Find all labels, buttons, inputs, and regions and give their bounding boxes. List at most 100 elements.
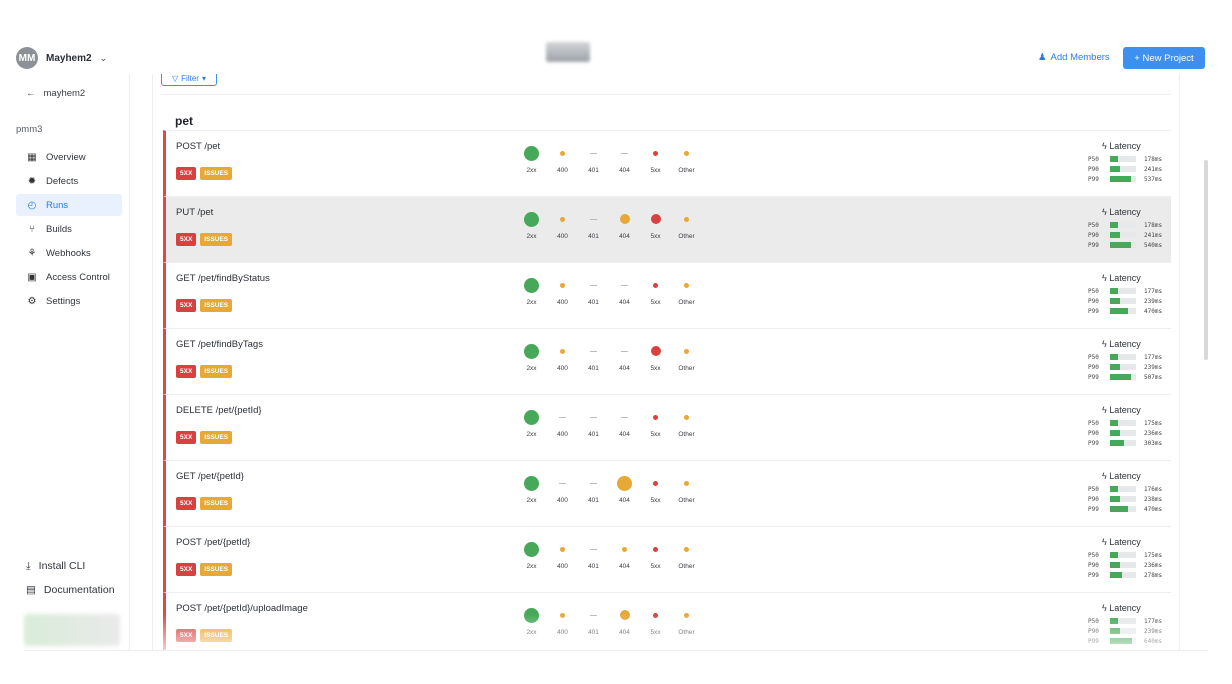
tag-list: 5XX ISSUES	[176, 365, 233, 378]
tag-5xx: 5XX	[176, 233, 197, 246]
status-code-cell: 404	[609, 605, 640, 636]
empty-dash	[621, 350, 628, 352]
endpoint-row[interactable]: PUT /pet 5XX ISSUES 2xx 400 401 404 5xx Other ϟ L…	[163, 196, 1171, 262]
app-frame: MM Mayhem2 ⌄ ♟ Add Members + New Project…	[0, 0, 1232, 684]
sidebar-item-settings[interactable]: ⚙ Settings	[16, 290, 122, 312]
latency-bar	[1110, 638, 1136, 644]
status-code-label: 401	[588, 431, 599, 438]
status-dot	[684, 216, 689, 222]
latency-bar	[1110, 232, 1136, 238]
back-link[interactable]: ← mayhem2	[26, 88, 85, 99]
sidebar-item-builds[interactable]: ⑂ Builds	[16, 218, 122, 240]
latency-key: P90	[1088, 297, 1099, 305]
status-dot	[622, 546, 627, 552]
filter-button[interactable]: ▽ Filter ▾	[161, 74, 217, 86]
status-code-label: 401	[588, 233, 599, 240]
latency-bar	[1110, 374, 1136, 380]
endpoint-row[interactable]: GET /pet/findByTags 5XX ISSUES 2xx 400 401 404…	[163, 328, 1171, 394]
latency-value: 540ms	[1144, 241, 1163, 249]
tag-5xx: 5XX	[176, 431, 197, 444]
latency-panel: ϟ Latency P50 177ms P90 239ms P99 507ms	[1088, 339, 1168, 382]
status-dot	[524, 475, 539, 491]
back-label: mayhem2	[43, 88, 86, 99]
status-code-label: 401	[588, 497, 599, 504]
latency-row: P50 175ms	[1088, 418, 1168, 428]
latency-bar	[1110, 364, 1136, 370]
latency-bar	[1110, 430, 1136, 436]
endpoint-path: GET /pet/findByStatus	[176, 273, 270, 284]
latency-label: Latency	[1109, 339, 1141, 349]
tag-list: 5XX ISSUES	[176, 629, 233, 642]
sidebar-item-defects[interactable]: ✹ Defects	[16, 170, 122, 192]
sidebar-item-overview[interactable]: ▦ Overview	[16, 146, 122, 168]
status-dot	[524, 541, 539, 557]
latency-label: Latency	[1109, 405, 1141, 415]
endpoint-row[interactable]: POST /pet/{petId} 5XX ISSUES 2xx 400 401 404 5x…	[163, 526, 1171, 592]
latency-bar	[1110, 156, 1136, 162]
status-code-cell: 401	[578, 473, 609, 504]
sidebar-item-webhooks[interactable]: ⚘ Webhooks	[16, 242, 122, 264]
endpoint-row[interactable]: POST /pet 5XX ISSUES 2xx 400 401 404 5xx Other ϟ …	[163, 130, 1171, 196]
avatar[interactable]: MM	[16, 47, 38, 69]
latency-value: 470ms	[1144, 307, 1163, 315]
latency-label: Latency	[1109, 141, 1141, 151]
status-code-cell: 400	[547, 407, 578, 438]
latency-label: Latency	[1109, 273, 1141, 283]
endpoint-row[interactable]: GET /pet/{petId} 5XX ISSUES 2xx 400 401 404 5xx…	[163, 460, 1171, 526]
latency-value: 238ms	[1144, 495, 1163, 503]
latency-row: P99 507ms	[1088, 372, 1168, 382]
endpoint-row[interactable]: GET /pet/findByStatus 5XX ISSUES 2xx 400 401 4…	[163, 262, 1171, 328]
blurred-user-card[interactable]	[24, 614, 120, 646]
status-code-cell: 400	[547, 539, 578, 570]
tag-issues: ISSUES	[200, 497, 233, 510]
latency-key: P90	[1088, 495, 1099, 503]
workspace-switcher[interactable]: MM Mayhem2 ⌄	[16, 47, 107, 69]
latency-title: ϟ Latency	[1102, 603, 1168, 613]
status-dot	[684, 546, 689, 552]
install-cli-link[interactable]: ⤓ Install CLI	[26, 554, 115, 578]
main-content: ▽ Filter ▾ pet POST /pet 5XX ISSUES 2xx 400 4…	[152, 74, 1180, 650]
bug-icon: ✹	[27, 175, 37, 187]
status-code-cell: 404	[609, 341, 640, 372]
status-code-cell: Other	[671, 407, 702, 438]
latency-key: P99	[1088, 505, 1099, 513]
status-code-label: 2xx	[526, 431, 537, 438]
sidebar-item-access-control[interactable]: ▣ Access Control	[16, 266, 122, 288]
add-user-icon: ♟	[1038, 52, 1047, 63]
status-code-label: 5xx	[650, 365, 661, 372]
empty-dash	[621, 416, 628, 418]
scrollbar[interactable]	[1204, 160, 1208, 360]
chevron-down-icon[interactable]: ⌄	[100, 53, 108, 64]
add-members-label: Add Members	[1050, 52, 1110, 63]
latency-bar	[1110, 222, 1136, 228]
add-members-button[interactable]: ♟ Add Members	[1038, 52, 1110, 63]
top-bar: MM Mayhem2 ⌄ ♟ Add Members + New Project	[0, 42, 1232, 74]
new-project-button[interactable]: + New Project	[1123, 47, 1205, 69]
latency-key: P90	[1088, 627, 1099, 635]
status-code-label: 2xx	[526, 167, 537, 174]
sidebar-item-runs[interactable]: ◴ Runs	[16, 194, 122, 216]
latency-value: 470ms	[1144, 505, 1163, 513]
endpoint-list: POST /pet 5XX ISSUES 2xx 400 401 404 5xx Other ϟ …	[163, 130, 1171, 650]
workspace-name[interactable]: Mayhem2	[46, 53, 92, 64]
status-code-cell: 404	[609, 539, 640, 570]
status-dot	[524, 409, 539, 425]
empty-dash	[590, 218, 597, 220]
documentation-link[interactable]: ▤ Documentation	[26, 578, 115, 602]
latency-key: P90	[1088, 561, 1099, 569]
latency-value: 239ms	[1144, 297, 1163, 305]
latency-bar	[1110, 628, 1136, 634]
status-code-label: 404	[619, 167, 630, 174]
endpoint-row[interactable]: POST /pet/{petId}/uploadImage 5XX ISSUES 2x…	[163, 592, 1171, 650]
status-code-label: 5xx	[650, 563, 661, 570]
status-code-cell: 2xx	[516, 209, 547, 240]
status-code-label: 400	[557, 431, 568, 438]
status-code-cell: 5xx	[640, 209, 671, 240]
status-dot	[524, 607, 539, 623]
branch-icon: ⑂	[29, 223, 35, 235]
tag-issues: ISSUES	[200, 365, 233, 378]
tag-5xx: 5XX	[176, 299, 197, 312]
status-code-summary: 2xx 400 401 404 5xx Other	[516, 605, 702, 636]
endpoint-row[interactable]: DELETE /pet/{petId} 5XX ISSUES 2xx 400 401 404…	[163, 394, 1171, 460]
status-code-cell: 401	[578, 275, 609, 306]
